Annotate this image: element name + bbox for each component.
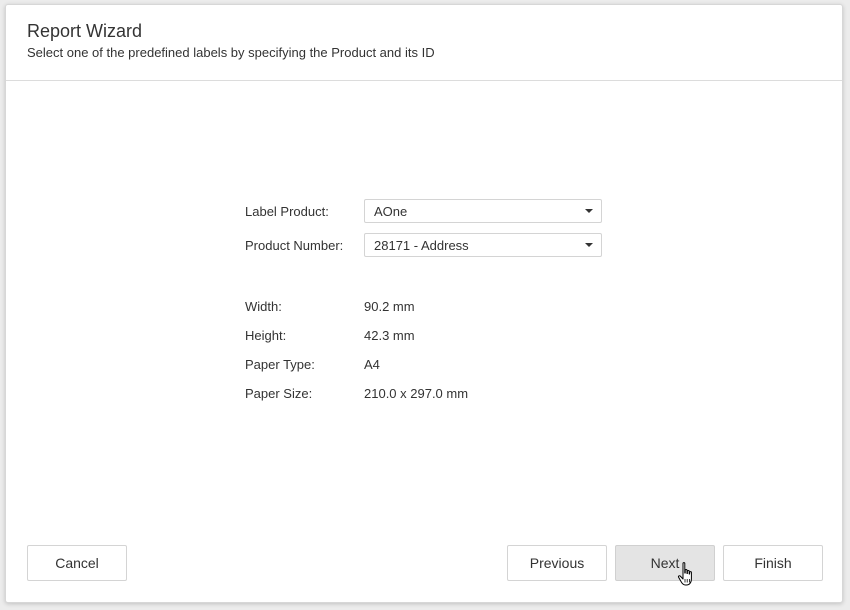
detail-key: Paper Type: [245,356,315,372]
detail-key: Paper Size: [245,385,313,401]
report-wizard-dialog: Report Wizard Select one of the predefin… [5,4,843,603]
chevron-down-icon [585,209,593,213]
cancel-button[interactable]: Cancel [27,545,127,581]
finish-button[interactable]: Finish [723,545,823,581]
product-number-row: Product Number: 28171 - Address [245,232,602,258]
label-product-value: AOne [374,203,408,219]
hand-pointer-icon [677,562,692,586]
detail-value: 210.0 x 297.0 mm [364,385,469,401]
dialog-subtitle: Select one of the predefined labels by s… [27,45,435,60]
label-product-row: Label Product: AOne [245,198,602,224]
dialog-title: Report Wizard [27,21,143,41]
detail-key: Height: [245,327,287,343]
product-number-value: 28171 - Address [374,237,469,253]
detail-row-width: Width: 90.2 mm [245,297,415,315]
detail-key: Width: [245,298,282,314]
chevron-down-icon [585,243,593,247]
detail-row-paper-size: Paper Size: 210.0 x 297.0 mm [245,384,468,402]
detail-value: 42.3 mm [364,327,415,343]
detail-row-height: Height: 42.3 mm [245,326,415,344]
label-product-select[interactable]: AOne [364,199,602,223]
product-number-select[interactable]: 28171 - Address [364,233,602,257]
label-product-label: Label Product: [245,203,329,219]
detail-value: A4 [364,356,380,372]
product-number-label: Product Number: [245,237,344,253]
detail-value: 90.2 mm [364,298,415,314]
next-button[interactable]: Next [615,545,715,581]
detail-row-paper-type: Paper Type: A4 [245,355,380,373]
previous-button[interactable]: Previous [507,545,607,581]
dialog-header: Report Wizard Select one of the predefin… [6,5,842,81]
